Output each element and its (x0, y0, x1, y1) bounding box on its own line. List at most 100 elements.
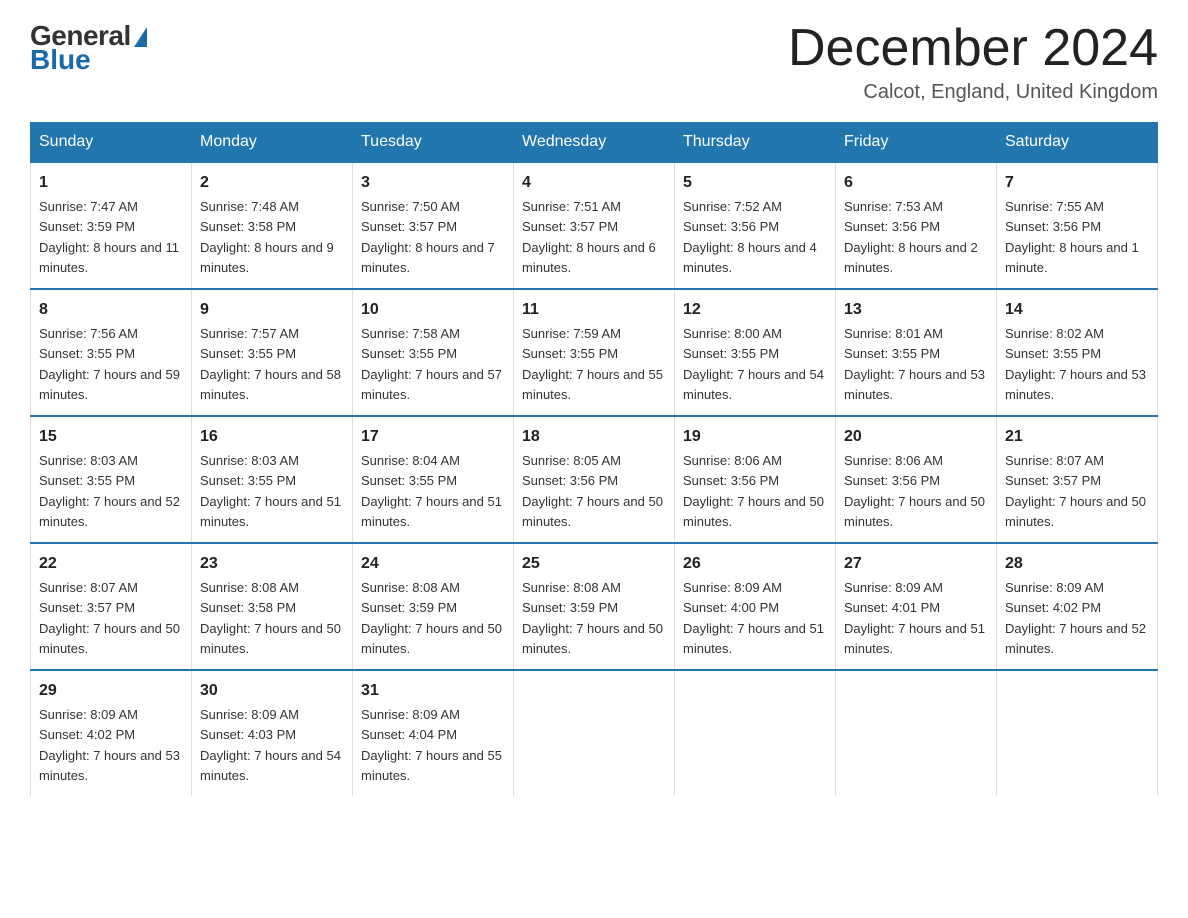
calendar-table: Sunday Monday Tuesday Wednesday Thursday… (30, 122, 1158, 796)
calendar-week-row-5: 29 Sunrise: 8:09 AMSunset: 4:02 PMDayligh… (31, 670, 1158, 796)
day-number: 16 (200, 425, 344, 449)
logo-blue-text: Blue (30, 44, 91, 76)
col-sunday: Sunday (31, 123, 192, 163)
day-number: 25 (522, 552, 666, 576)
cell-info: Sunrise: 8:08 AMSunset: 3:59 PMDaylight:… (361, 580, 502, 656)
cell-info: Sunrise: 7:59 AMSunset: 3:55 PMDaylight:… (522, 326, 663, 402)
day-number: 2 (200, 171, 344, 195)
day-number: 18 (522, 425, 666, 449)
col-wednesday: Wednesday (514, 123, 675, 163)
calendar-cell (675, 670, 836, 796)
cell-info: Sunrise: 8:00 AMSunset: 3:55 PMDaylight:… (683, 326, 824, 402)
day-number: 26 (683, 552, 827, 576)
calendar-cell: 29 Sunrise: 8:09 AMSunset: 4:02 PMDayligh… (31, 670, 192, 796)
col-tuesday: Tuesday (353, 123, 514, 163)
day-number: 10 (361, 298, 505, 322)
calendar-cell: 20 Sunrise: 8:06 AMSunset: 3:56 PMDayligh… (836, 416, 997, 543)
cell-info: Sunrise: 8:04 AMSunset: 3:55 PMDaylight:… (361, 453, 502, 529)
calendar-cell: 21 Sunrise: 8:07 AMSunset: 3:57 PMDayligh… (997, 416, 1158, 543)
day-number: 14 (1005, 298, 1149, 322)
calendar-cell: 25 Sunrise: 8:08 AMSunset: 3:59 PMDayligh… (514, 543, 675, 670)
calendar-cell: 7Sunrise: 7:55 AMSunset: 3:56 PMDaylight… (997, 162, 1158, 289)
calendar-cell: 11 Sunrise: 7:59 AMSunset: 3:55 PMDayligh… (514, 289, 675, 416)
day-number: 31 (361, 679, 505, 703)
cell-info: Sunrise: 7:48 AMSunset: 3:58 PMDaylight:… (200, 199, 334, 275)
cell-info: Sunrise: 7:57 AMSunset: 3:55 PMDaylight:… (200, 326, 341, 402)
cell-info: Sunrise: 7:51 AMSunset: 3:57 PMDaylight:… (522, 199, 656, 275)
cell-info: Sunrise: 8:01 AMSunset: 3:55 PMDaylight:… (844, 326, 985, 402)
calendar-cell: 27Sunrise: 8:09 AMSunset: 4:01 PMDayligh… (836, 543, 997, 670)
day-number: 12 (683, 298, 827, 322)
col-thursday: Thursday (675, 123, 836, 163)
day-number: 30 (200, 679, 344, 703)
calendar-week-row-1: 1 Sunrise: 7:47 AMSunset: 3:59 PMDaylight… (31, 162, 1158, 289)
cell-info: Sunrise: 7:55 AMSunset: 3:56 PMDaylight:… (1005, 199, 1139, 275)
cell-info: Sunrise: 8:06 AMSunset: 3:56 PMDaylight:… (844, 453, 985, 529)
calendar-cell: 17Sunrise: 8:04 AMSunset: 3:55 PMDayligh… (353, 416, 514, 543)
day-number: 11 (522, 298, 666, 322)
day-number: 23 (200, 552, 344, 576)
cell-info: Sunrise: 7:53 AMSunset: 3:56 PMDaylight:… (844, 199, 978, 275)
calendar-cell: 30 Sunrise: 8:09 AMSunset: 4:03 PMDayligh… (192, 670, 353, 796)
calendar-cell: 3 Sunrise: 7:50 AMSunset: 3:57 PMDaylight… (353, 162, 514, 289)
cell-info: Sunrise: 8:07 AMSunset: 3:57 PMDaylight:… (39, 580, 180, 656)
location-subtitle: Calcot, England, United Kingdom (788, 81, 1158, 104)
cell-info: Sunrise: 8:08 AMSunset: 3:59 PMDaylight:… (522, 580, 663, 656)
day-number: 21 (1005, 425, 1149, 449)
cell-info: Sunrise: 8:06 AMSunset: 3:56 PMDaylight:… (683, 453, 824, 529)
calendar-cell: 1 Sunrise: 7:47 AMSunset: 3:59 PMDaylight… (31, 162, 192, 289)
calendar-cell: 13 Sunrise: 8:01 AMSunset: 3:55 PMDayligh… (836, 289, 997, 416)
day-number: 5 (683, 171, 827, 195)
day-number: 4 (522, 171, 666, 195)
day-number: 20 (844, 425, 988, 449)
day-number: 28 (1005, 552, 1149, 576)
calendar-cell: 2 Sunrise: 7:48 AMSunset: 3:58 PMDaylight… (192, 162, 353, 289)
cell-info: Sunrise: 7:47 AMSunset: 3:59 PMDaylight:… (39, 199, 179, 275)
day-number: 24 (361, 552, 505, 576)
cell-info: Sunrise: 8:09 AMSunset: 4:02 PMDaylight:… (1005, 580, 1146, 656)
calendar-header-row: Sunday Monday Tuesday Wednesday Thursday… (31, 123, 1158, 163)
day-number: 27 (844, 552, 988, 576)
calendar-cell: 15 Sunrise: 8:03 AMSunset: 3:55 PMDayligh… (31, 416, 192, 543)
cell-info: Sunrise: 8:03 AMSunset: 3:55 PMDaylight:… (200, 453, 341, 529)
col-saturday: Saturday (997, 123, 1158, 163)
calendar-cell (514, 670, 675, 796)
day-number: 9 (200, 298, 344, 322)
cell-info: Sunrise: 7:58 AMSunset: 3:55 PMDaylight:… (361, 326, 502, 402)
calendar-cell: 5 Sunrise: 7:52 AMSunset: 3:56 PMDaylight… (675, 162, 836, 289)
day-number: 8 (39, 298, 183, 322)
calendar-cell: 26 Sunrise: 8:09 AMSunset: 4:00 PMDayligh… (675, 543, 836, 670)
cell-info: Sunrise: 8:07 AMSunset: 3:57 PMDaylight:… (1005, 453, 1146, 529)
cell-info: Sunrise: 8:09 AMSunset: 4:02 PMDaylight:… (39, 707, 180, 783)
calendar-cell: 14 Sunrise: 8:02 AMSunset: 3:55 PMDayligh… (997, 289, 1158, 416)
month-year-title: December 2024 (788, 20, 1158, 77)
day-number: 29 (39, 679, 183, 703)
calendar-cell: 12 Sunrise: 8:00 AMSunset: 3:55 PMDayligh… (675, 289, 836, 416)
cell-info: Sunrise: 8:02 AMSunset: 3:55 PMDaylight:… (1005, 326, 1146, 402)
day-number: 19 (683, 425, 827, 449)
day-number: 3 (361, 171, 505, 195)
logo-triangle-icon (134, 27, 147, 47)
calendar-cell: 16 Sunrise: 8:03 AMSunset: 3:55 PMDayligh… (192, 416, 353, 543)
calendar-cell: 10 Sunrise: 7:58 AMSunset: 3:55 PMDayligh… (353, 289, 514, 416)
logo: General Blue (30, 20, 147, 76)
col-friday: Friday (836, 123, 997, 163)
calendar-cell: 18Sunrise: 8:05 AMSunset: 3:56 PMDayligh… (514, 416, 675, 543)
day-number: 13 (844, 298, 988, 322)
day-number: 1 (39, 171, 183, 195)
cell-info: Sunrise: 7:56 AMSunset: 3:55 PMDaylight:… (39, 326, 180, 402)
cell-info: Sunrise: 8:03 AMSunset: 3:55 PMDaylight:… (39, 453, 180, 529)
calendar-cell: 28 Sunrise: 8:09 AMSunset: 4:02 PMDayligh… (997, 543, 1158, 670)
col-monday: Monday (192, 123, 353, 163)
page-header: General Blue December 2024 Calcot, Engla… (30, 20, 1158, 104)
calendar-cell: 9 Sunrise: 7:57 AMSunset: 3:55 PMDaylight… (192, 289, 353, 416)
cell-info: Sunrise: 8:08 AMSunset: 3:58 PMDaylight:… (200, 580, 341, 656)
cell-info: Sunrise: 8:09 AMSunset: 4:00 PMDaylight:… (683, 580, 824, 656)
cell-info: Sunrise: 7:52 AMSunset: 3:56 PMDaylight:… (683, 199, 817, 275)
calendar-week-row-4: 22Sunrise: 8:07 AMSunset: 3:57 PMDayligh… (31, 543, 1158, 670)
title-section: December 2024 Calcot, England, United Ki… (788, 20, 1158, 104)
cell-info: Sunrise: 8:09 AMSunset: 4:03 PMDaylight:… (200, 707, 341, 783)
calendar-cell (997, 670, 1158, 796)
day-number: 15 (39, 425, 183, 449)
cell-info: Sunrise: 7:50 AMSunset: 3:57 PMDaylight:… (361, 199, 495, 275)
